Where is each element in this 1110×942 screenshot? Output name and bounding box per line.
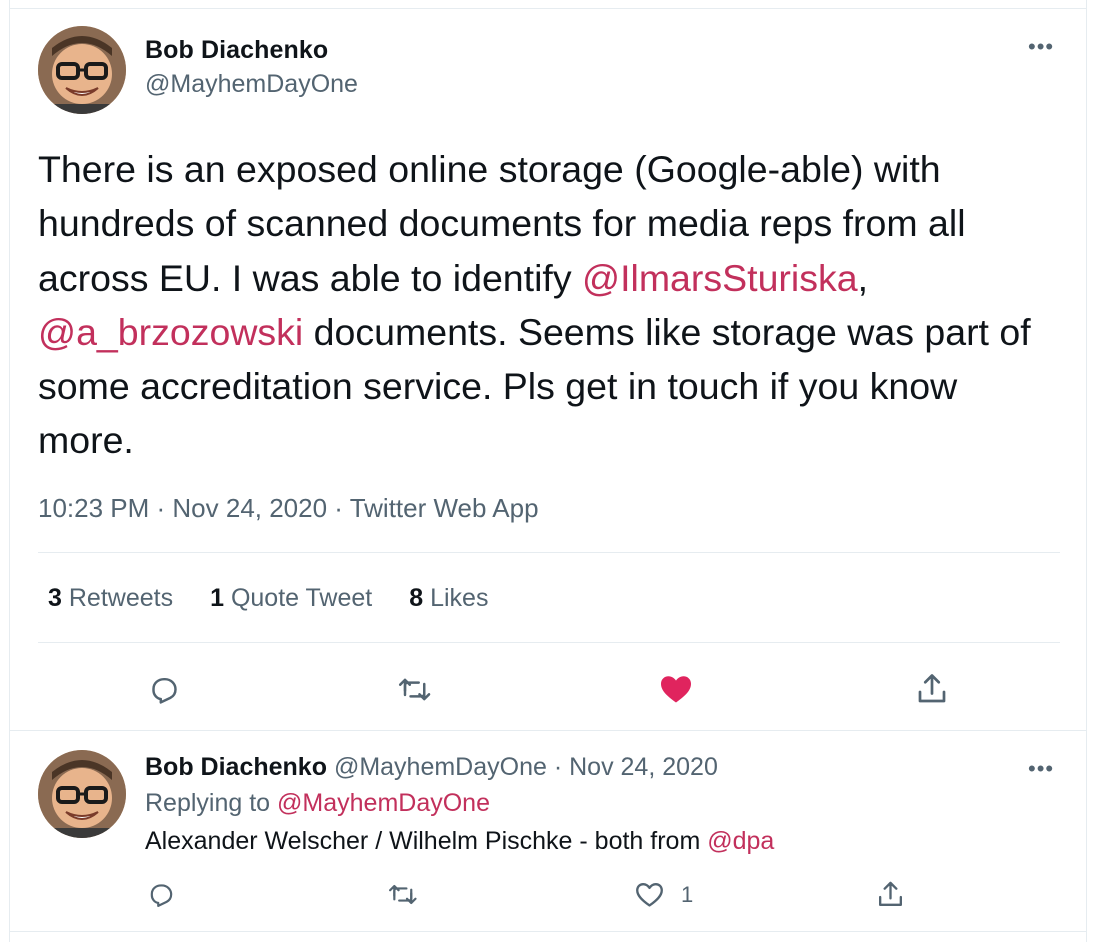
- mention-link[interactable]: @IlmarsSturiska: [582, 257, 858, 299]
- divider: [10, 730, 1086, 731]
- replying-to: Replying to @MayhemDayOne: [145, 789, 490, 818]
- tweet-meta[interactable]: 10:23 PM · Nov 24, 2020 · Twitter Web Ap…: [38, 493, 539, 524]
- reply-text-part: Alexander Welscher / Wilhelm Pischke - b…: [145, 827, 708, 855]
- reply-reply-button[interactable]: [147, 880, 176, 909]
- reply-icon: [150, 884, 173, 907]
- share-icon: [879, 881, 902, 906]
- reply-separator: ·: [553, 753, 563, 781]
- avatar-image: [38, 750, 126, 838]
- retweet-button[interactable]: [398, 673, 434, 706]
- like-outline-icon: [636, 883, 663, 907]
- likes-count: 8: [409, 584, 424, 612]
- quotes-count: 1: [210, 584, 224, 612]
- frame-left-border: [9, 0, 10, 942]
- reply-icon: [152, 677, 177, 704]
- likes-stat[interactable]: 8 Likes: [409, 584, 488, 613]
- like-filled-icon: [661, 676, 691, 703]
- reply-author-handle[interactable]: @MayhemDayOne: [334, 753, 547, 781]
- retweets-label: Retweets: [68, 584, 174, 612]
- retweets-count: 3: [48, 584, 62, 612]
- quotes-label: Quote Tweet: [230, 584, 373, 612]
- replying-handle-link[interactable]: @MayhemDayOne: [277, 789, 490, 817]
- reply-author-name[interactable]: Bob Diachenko: [145, 753, 327, 781]
- reply-date[interactable]: Nov 24, 2020: [569, 753, 718, 781]
- share-icon: [918, 674, 946, 703]
- mention-link[interactable]: @dpa: [707, 827, 774, 855]
- reply-text: Alexander Welscher / Wilhelm Pischke - b…: [145, 827, 774, 856]
- reply-more-options-icon[interactable]: •••: [1028, 758, 1054, 780]
- tweet-text-part: ,: [857, 256, 869, 299]
- avatar-image: [38, 26, 126, 114]
- reply-author-avatar[interactable]: [38, 750, 126, 838]
- mention-link[interactable]: @a_brzozowski: [38, 311, 303, 353]
- divider: [38, 552, 1060, 553]
- retweet-icon: [389, 884, 417, 905]
- frame-top-border: [9, 8, 1087, 9]
- author-name[interactable]: Bob Diachenko: [145, 36, 328, 65]
- tweet-stats: 3 Retweets 1 Quote Tweet 8 Likes: [48, 584, 525, 613]
- retweets-stat[interactable]: 3 Retweets: [48, 584, 173, 613]
- replying-label: Replying to: [145, 789, 278, 817]
- author-avatar[interactable]: [38, 26, 126, 114]
- bottom-border: [10, 931, 1086, 932]
- quotes-stat[interactable]: 1 Quote Tweet: [210, 584, 372, 613]
- reply-header: Bob Diachenko @MayhemDayOne · Nov 24, 20…: [145, 753, 718, 782]
- tweet-text: There is an exposed online storage (Goog…: [38, 142, 1058, 468]
- likes-label: Likes: [430, 584, 489, 612]
- divider: [38, 642, 1060, 643]
- reply-retweet-button[interactable]: [388, 880, 420, 909]
- like-button[interactable]: [658, 671, 694, 707]
- reply-like-button[interactable]: 1: [634, 879, 693, 910]
- share-button[interactable]: [914, 671, 950, 707]
- reply-like-count: 1: [681, 881, 694, 907]
- reply-button[interactable]: [148, 673, 181, 706]
- author-handle[interactable]: @MayhemDayOne: [145, 70, 358, 99]
- reply-share-button[interactable]: [875, 879, 906, 910]
- retweet-icon: [398, 678, 431, 701]
- more-options-icon[interactable]: •••: [1028, 36, 1054, 58]
- frame-right-border: [1086, 0, 1087, 942]
